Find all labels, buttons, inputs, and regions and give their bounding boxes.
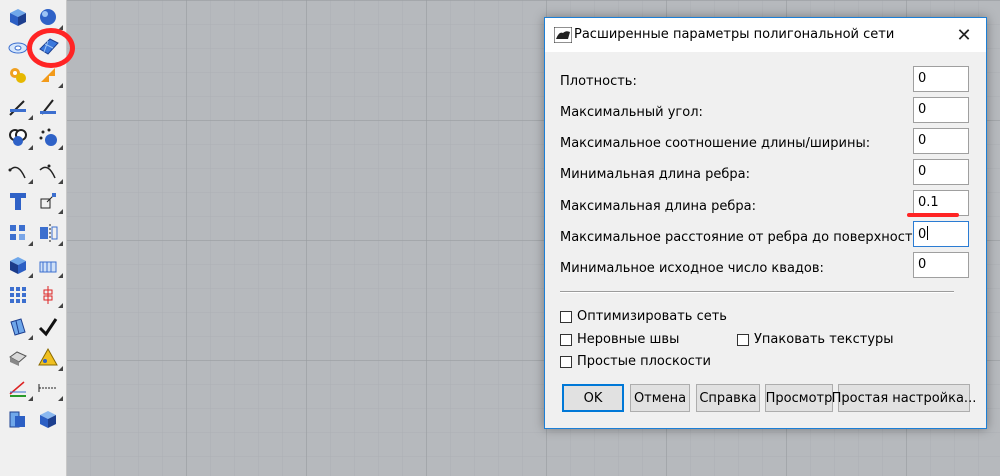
max-aspect-ratio-label: Максимальное соотношение длины/ширины:: [560, 136, 871, 151]
points-icon[interactable]: [35, 124, 63, 150]
cplane-icon[interactable]: [5, 375, 33, 401]
checkbox-box[interactable]: [560, 333, 572, 346]
curve-arc-icon[interactable]: [5, 158, 33, 184]
pyramid-icon[interactable]: [35, 345, 63, 371]
split-icon[interactable]: [5, 94, 33, 120]
box-icon[interactable]: [5, 4, 31, 30]
mesh-options-dialog: Расширенные параметры полигональной сети…: [544, 17, 987, 429]
solid-box-icon[interactable]: [5, 252, 33, 278]
ok-button[interactable]: OK: [562, 384, 624, 412]
checkbox-box[interactable]: [737, 333, 749, 346]
jagged-seams-checkbox[interactable]: Неровные швы: [560, 332, 679, 347]
simple-planes-label: Простые плоскости: [577, 354, 711, 369]
sphere-icon[interactable]: [35, 4, 63, 30]
density-label: Плотность:: [560, 74, 637, 89]
max-edge-to-surface-value: 0: [918, 227, 927, 242]
text-caret: [927, 226, 929, 240]
grid-array-icon[interactable]: [5, 282, 31, 308]
dialog-titlebar[interactable]: Расширенные параметры полигональной сети…: [545, 18, 986, 52]
max-angle-label: Максимальный угол:: [560, 105, 703, 120]
checkbox-box[interactable]: [560, 355, 572, 368]
dialog-title: Расширенные параметры полигональной сети: [574, 27, 895, 42]
simple-settings-button[interactable]: Простая настройка...: [832, 384, 976, 412]
hatch-icon[interactable]: [35, 252, 63, 278]
density-input[interactable]: 0: [913, 66, 969, 92]
mirror-icon[interactable]: [35, 220, 63, 246]
min-initial-quads-input[interactable]: 0: [913, 252, 969, 278]
left-toolbar: [0, 0, 75, 476]
pack-textures-checkbox[interactable]: Упаковать текстуры: [737, 332, 894, 347]
gear-puzzle-icon[interactable]: [5, 62, 31, 88]
gumball-icon[interactable]: [35, 282, 63, 308]
simple-planes-checkbox[interactable]: Простые плоскости: [560, 354, 711, 369]
optimize-label: Оптимизировать сеть: [577, 309, 727, 324]
checkbox-box[interactable]: [560, 310, 572, 323]
jagged-seams-label: Неровные швы: [577, 332, 680, 347]
scale-icon[interactable]: [35, 188, 63, 214]
render-box-icon[interactable]: [35, 406, 61, 432]
help-button[interactable]: Справка: [696, 384, 760, 412]
close-button[interactable]: ✕: [942, 18, 986, 52]
annotation-underline: [907, 213, 959, 217]
max-edge-to-surface-label: Максимальное расстояние от ребра до пове…: [560, 230, 926, 245]
min-initial-quads-label: Минимальное исходное число квадов:: [560, 261, 824, 276]
pack-textures-label: Упаковать текстуры: [754, 332, 894, 347]
max-angle-input[interactable]: 0: [913, 97, 969, 123]
curve-point-icon[interactable]: [35, 158, 63, 184]
min-edge-length-input[interactable]: 0: [913, 159, 969, 185]
arrow-orange-icon[interactable]: [35, 62, 63, 88]
block-icon[interactable]: [5, 406, 31, 432]
close-icon: ✕: [956, 24, 972, 46]
array-icon[interactable]: [5, 220, 33, 246]
trim-icon[interactable]: [35, 94, 61, 120]
separator: [560, 291, 954, 293]
preview-button[interactable]: Просмотр: [765, 384, 833, 412]
dimension-icon[interactable]: [35, 375, 63, 401]
text-icon[interactable]: [5, 188, 31, 214]
analyze-icon[interactable]: [5, 314, 33, 340]
rhino-app-icon: [554, 27, 572, 43]
max-aspect-ratio-input[interactable]: 0: [913, 128, 969, 154]
max-edge-length-label: Максимальная длина ребра:: [560, 199, 757, 214]
boolean-icon[interactable]: [5, 124, 33, 150]
check-icon[interactable]: [35, 314, 61, 340]
cancel-button[interactable]: Отмена: [630, 384, 690, 412]
shade-icon[interactable]: [5, 345, 31, 371]
optimize-checkbox[interactable]: Оптимизировать сеть: [560, 309, 727, 324]
min-edge-length-label: Минимальная длина ребра:: [560, 167, 750, 182]
max-edge-to-surface-input[interactable]: 0: [913, 221, 969, 247]
